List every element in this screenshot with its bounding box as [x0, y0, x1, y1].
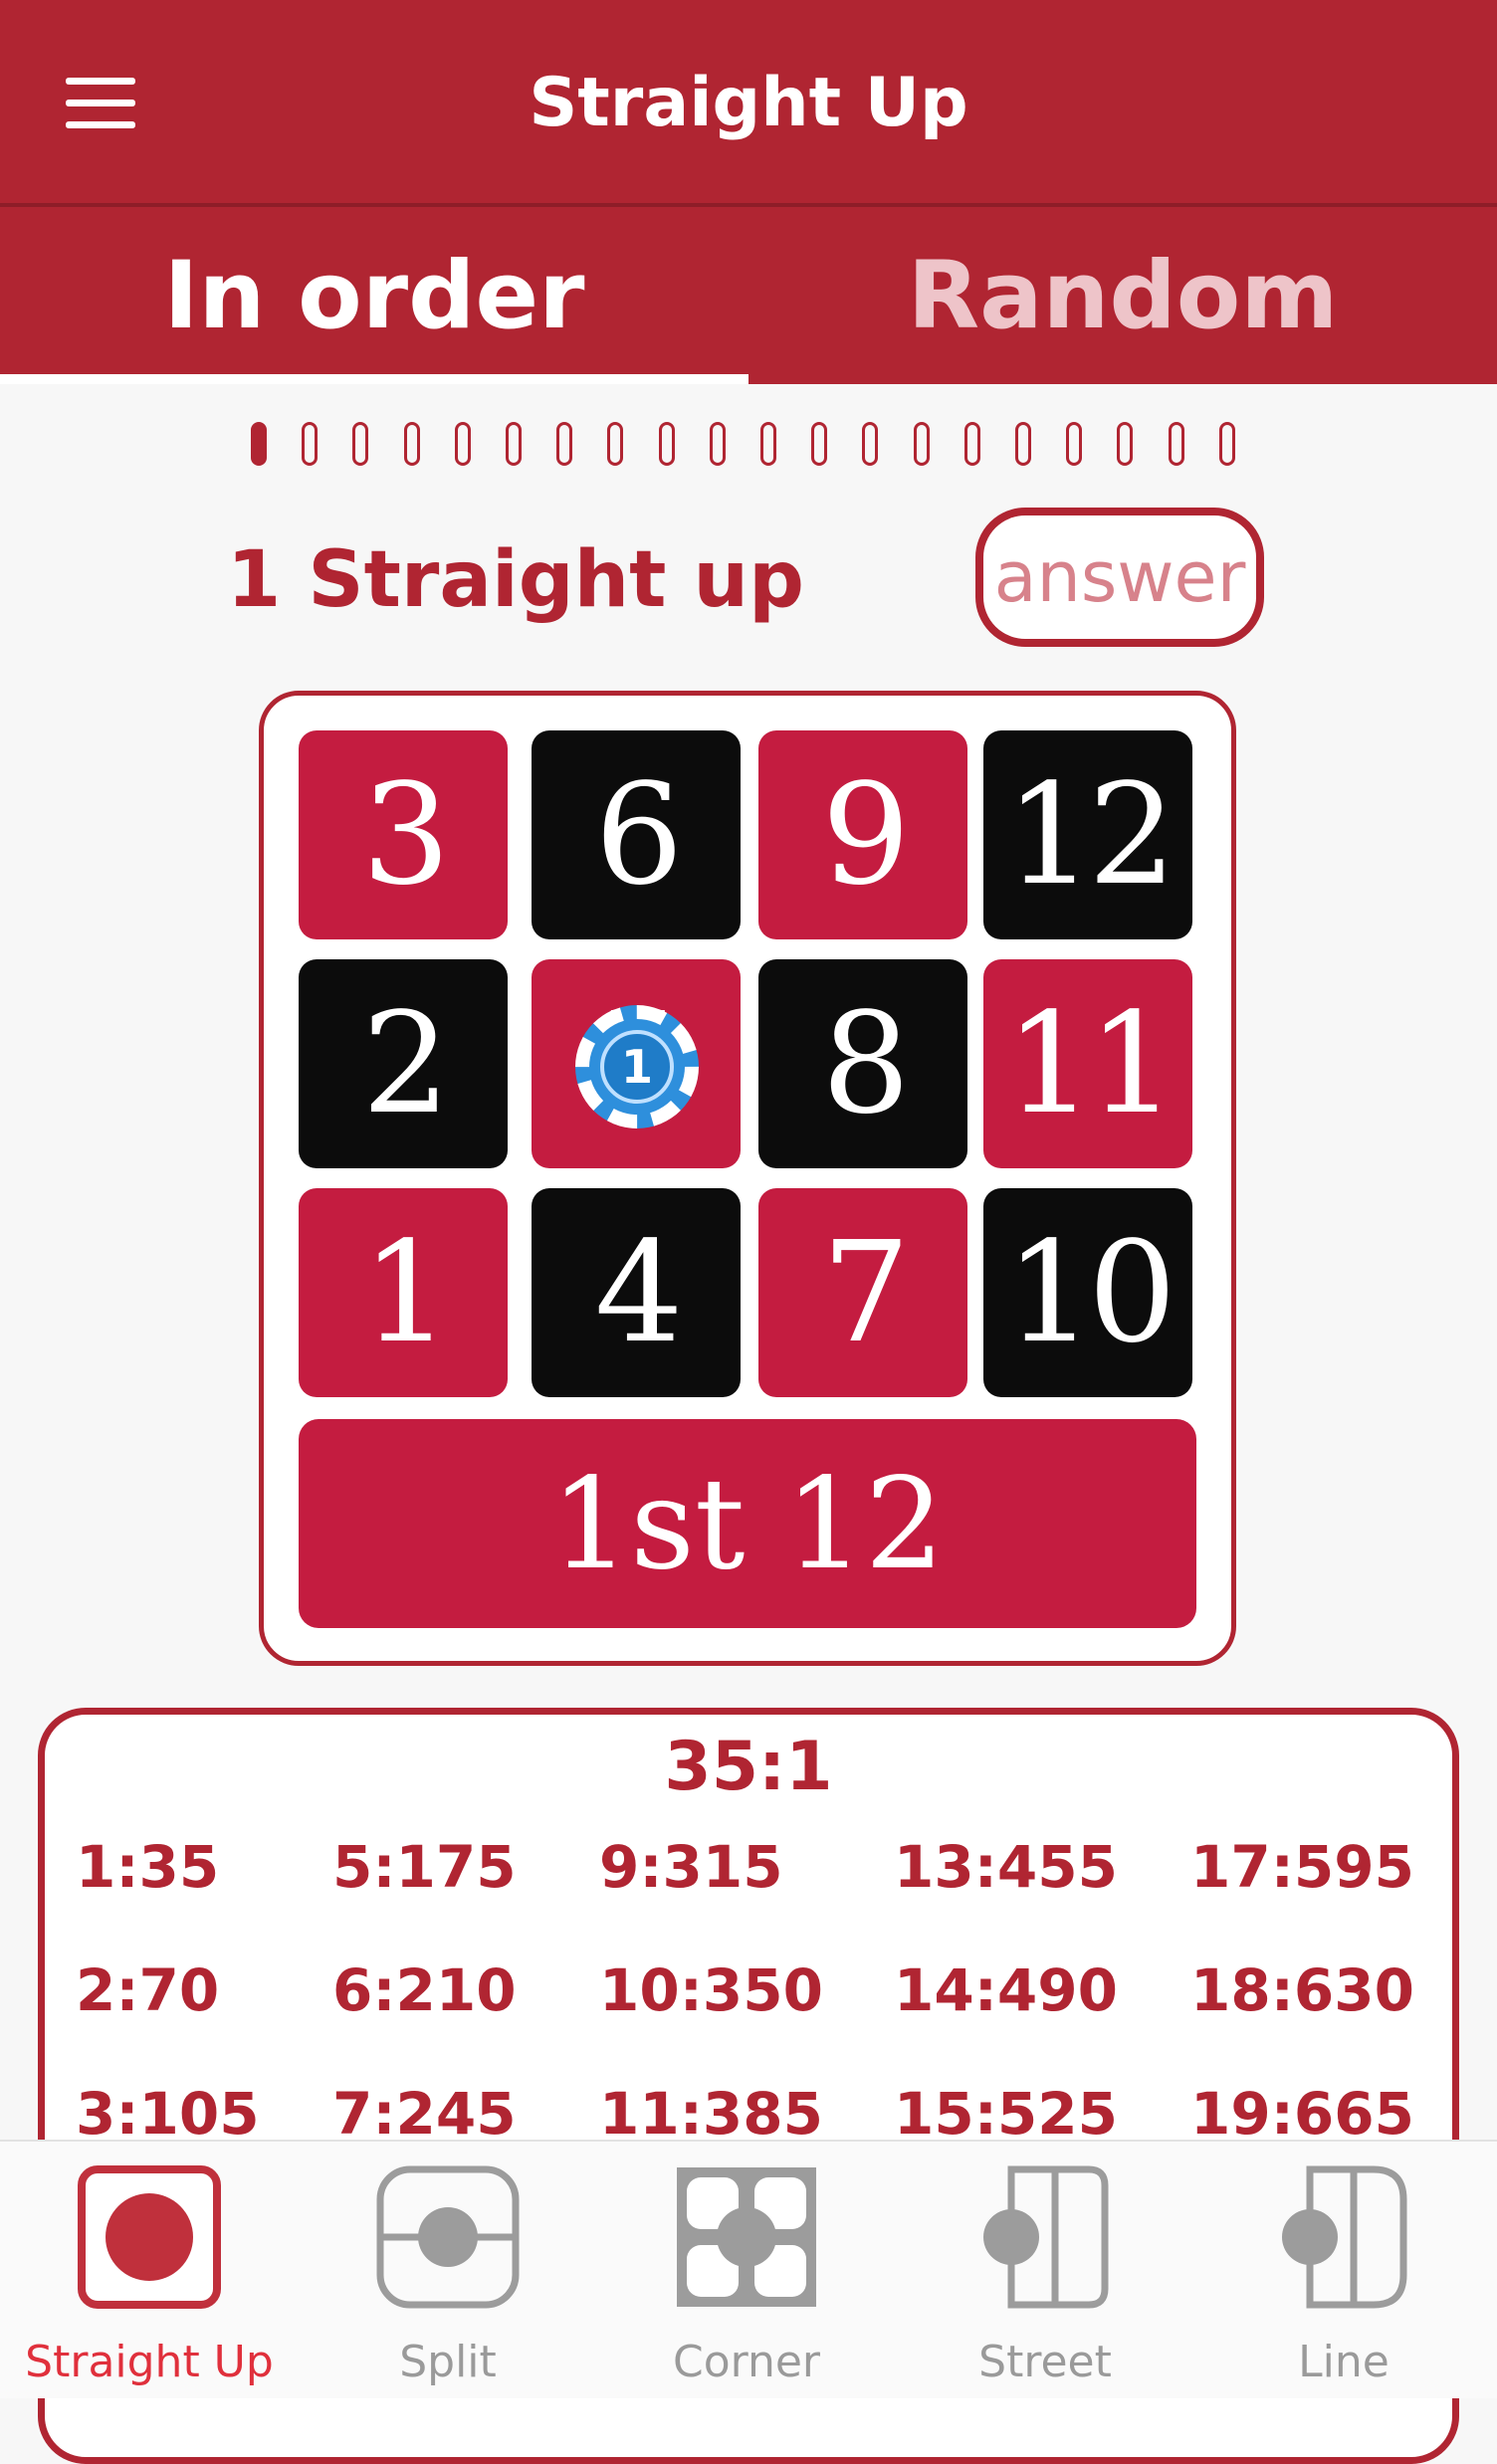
- progress-dot: [403, 422, 420, 466]
- tab-in-order[interactable]: In order: [0, 207, 748, 384]
- payout-value: 3:105: [76, 2080, 260, 2148]
- progress-dot: [811, 422, 828, 466]
- number-cell-10[interactable]: 10: [983, 1188, 1192, 1397]
- number-cell-1[interactable]: 1: [299, 1188, 508, 1397]
- chip-value: 1: [600, 1030, 674, 1104]
- payout-value: 19:665: [1190, 2080, 1414, 2148]
- dozen-cell[interactable]: 1st 12: [299, 1419, 1196, 1628]
- progress-dot: [913, 422, 930, 466]
- app-bar: Straight Up: [0, 0, 1497, 205]
- payout-value: 7:245: [332, 2080, 517, 2148]
- nav-label: Line: [1298, 2337, 1390, 2387]
- nav-split[interactable]: Split: [299, 2142, 597, 2398]
- number-cell-2[interactable]: 2: [299, 959, 508, 1168]
- progress-dot: [1218, 422, 1235, 466]
- payout-value: 18:630: [1190, 1956, 1414, 2024]
- progress-dot: [556, 422, 573, 466]
- progress-dot: [709, 422, 726, 466]
- answer-button[interactable]: answer: [975, 508, 1264, 647]
- payout-value: 11:385: [599, 2080, 823, 2148]
- number-cell-4[interactable]: 4: [532, 1188, 741, 1397]
- progress-dot: [963, 422, 980, 466]
- payout-value: 13:455: [894, 1833, 1118, 1901]
- progress-dot: [506, 422, 522, 466]
- number-cell-12[interactable]: 12: [983, 730, 1192, 939]
- progress-dot: [862, 422, 879, 466]
- corner-icon: [677, 2167, 816, 2307]
- nav-straight-up[interactable]: Straight Up: [0, 2142, 299, 2398]
- number-cell-6[interactable]: 6: [532, 730, 741, 939]
- number-cell-9[interactable]: 9: [758, 730, 967, 939]
- progress-dot: [1168, 422, 1184, 466]
- payout-value: 9:315: [599, 1833, 783, 1901]
- page-title: Straight Up: [529, 64, 968, 142]
- number-cell-8[interactable]: 8: [758, 959, 967, 1168]
- progress-dot: [1117, 422, 1134, 466]
- bottom-nav: Straight Up Split Corner Street Line: [0, 2140, 1497, 2398]
- payout-value: 10:350: [599, 1956, 823, 2024]
- payout-value: 15:525: [894, 2080, 1118, 2148]
- progress-dot: [1015, 422, 1031, 466]
- payout-ratio: 35:1: [664, 1728, 833, 1806]
- progress-dot: [658, 422, 675, 466]
- progress-dot: [607, 422, 624, 466]
- payout-value: 5:175: [332, 1833, 517, 1901]
- nav-label: Split: [399, 2337, 497, 2387]
- number-cell-7[interactable]: 7: [758, 1188, 967, 1397]
- question-title: 1 Straight up: [227, 535, 804, 625]
- split-icon: [376, 2165, 520, 2309]
- straight-up-icon: [78, 2165, 221, 2309]
- street-icon: [983, 2165, 1109, 2309]
- nav-corner[interactable]: Corner: [597, 2142, 896, 2398]
- progress-dot: [454, 422, 471, 466]
- tab-random[interactable]: Random: [748, 207, 1497, 384]
- number-cell-3[interactable]: 3: [299, 730, 508, 939]
- progress-dot: [302, 422, 319, 466]
- payout-value: 14:490: [894, 1956, 1118, 2024]
- progress-dot: [760, 422, 776, 466]
- nav-label: Straight Up: [25, 2337, 274, 2387]
- progress-dot: [352, 422, 369, 466]
- mode-tabs: In order Random: [0, 207, 1497, 384]
- tab-indicator: [0, 374, 748, 384]
- chip[interactable]: 1: [575, 1005, 699, 1129]
- payout-value: 17:595: [1190, 1833, 1414, 1901]
- progress-dot: [1066, 422, 1083, 466]
- payout-value: 6:210: [332, 1956, 517, 2024]
- nav-street[interactable]: Street: [896, 2142, 1194, 2398]
- nav-label: Corner: [672, 2337, 820, 2387]
- number-cell-11[interactable]: 11: [983, 959, 1192, 1168]
- payout-value: 2:70: [76, 1956, 220, 2024]
- line-icon: [1282, 2165, 1407, 2309]
- nav-label: Street: [978, 2337, 1112, 2387]
- progress-dot: [251, 422, 267, 466]
- nav-line[interactable]: Line: [1194, 2142, 1493, 2398]
- payout-value: 1:35: [76, 1833, 220, 1901]
